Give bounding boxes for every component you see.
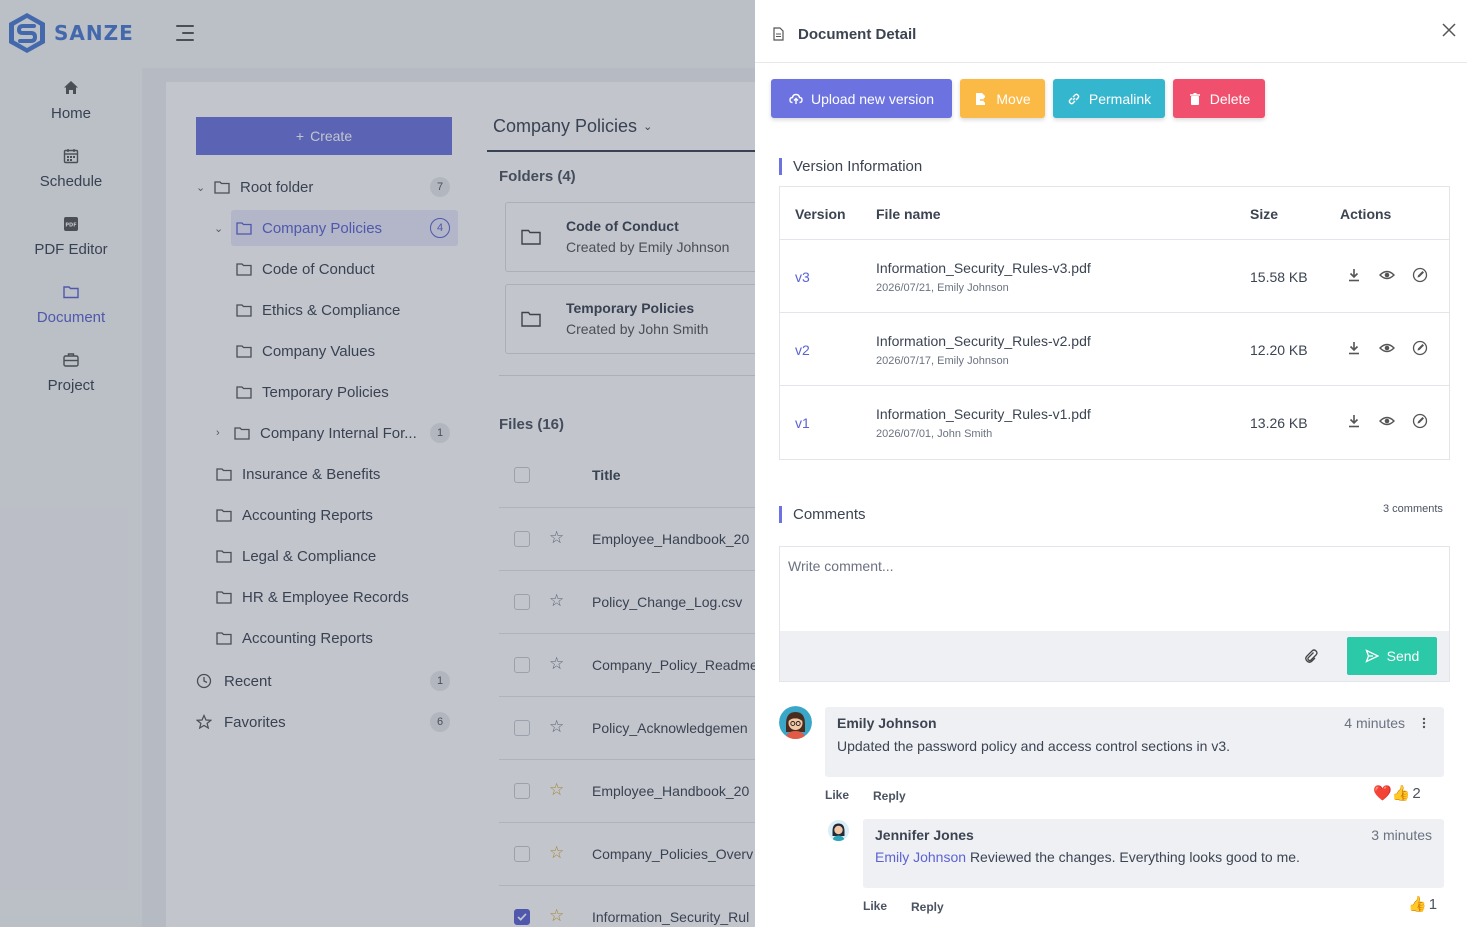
thumbs-up-icon: 👍	[1408, 896, 1427, 913]
more-vertical-icon[interactable]	[1422, 717, 1426, 729]
download-icon[interactable]	[1346, 413, 1362, 429]
send-button-label: Send	[1386, 648, 1420, 664]
upload-new-version-button[interactable]: Upload new version	[771, 79, 952, 118]
delete-button-label: Delete	[1209, 90, 1251, 107]
comment-count: 3 comments	[1383, 503, 1443, 515]
cloud-upload-icon	[789, 93, 803, 104]
send-button[interactable]: Send	[1347, 637, 1437, 675]
document-icon	[773, 27, 784, 41]
comment-input[interactable]	[780, 547, 1449, 631]
like-button[interactable]: Like	[863, 899, 887, 913]
modal-backdrop[interactable]	[0, 0, 755, 927]
move-button[interactable]: Move	[960, 79, 1045, 118]
edit-icon[interactable]	[1412, 267, 1428, 283]
trash-icon	[1189, 92, 1200, 105]
paperclip-icon[interactable]	[1304, 648, 1318, 664]
edit-icon[interactable]	[1412, 413, 1428, 429]
comment-time: 3 minutes	[1371, 827, 1432, 843]
reply-button[interactable]: Reply	[911, 900, 944, 914]
version-row: v3 Information_Security_Rules-v3.pdf 202…	[780, 240, 1449, 313]
version-file-name: Information_Security_Rules-v1.pdf	[876, 406, 1091, 422]
document-detail-drawer: Document Detail Upload new version Move …	[755, 0, 1467, 927]
reaction-count: 1	[1428, 895, 1438, 913]
eye-icon[interactable]	[1379, 413, 1395, 429]
version-meta: 2026/07/21, Emily Johnson	[876, 282, 1009, 294]
comments-section-title: Comments	[779, 506, 866, 523]
reaction-count: 2	[1412, 784, 1421, 802]
version-meta: 2026/07/01, John Smith	[876, 428, 993, 440]
version-link[interactable]: v3	[795, 269, 810, 285]
version-table: Version File name Size Actions v3 Inform…	[779, 186, 1450, 460]
permalink-button[interactable]: Permalink	[1053, 79, 1165, 118]
reply-text: Reviewed the changes. Everything looks g…	[969, 849, 1300, 865]
version-table-header: Version File name Size Actions	[780, 187, 1449, 240]
drawer-header: Document Detail	[755, 0, 1467, 63]
version-meta: 2026/07/17, Emily Johnson	[876, 355, 1009, 367]
actions-column-header: Actions	[1340, 206, 1392, 222]
delete-button[interactable]: Delete	[1173, 79, 1265, 118]
eye-icon[interactable]	[1379, 267, 1395, 283]
comment-bubble: Emily Johnson 4 minutes Updated the pass…	[825, 707, 1444, 777]
version-size: 15.58 KB	[1250, 269, 1308, 285]
comment-toolbar: Send	[780, 631, 1449, 681]
reactions[interactable]: 👍 1	[1408, 895, 1438, 914]
download-icon[interactable]	[1346, 267, 1362, 283]
eye-icon[interactable]	[1379, 340, 1395, 356]
comment-time: 4 minutes	[1344, 715, 1405, 731]
user-avatar-icon	[779, 706, 812, 739]
avatar[interactable]	[779, 706, 812, 739]
version-file-name: Information_Security_Rules-v2.pdf	[876, 333, 1091, 349]
permalink-button-label: Permalink	[1088, 90, 1152, 107]
version-link[interactable]: v2	[795, 342, 810, 358]
comment-author[interactable]: Emily Johnson	[837, 715, 937, 731]
link-icon	[1068, 93, 1080, 104]
mention-link[interactable]: Emily Johnson	[875, 849, 966, 865]
filename-column-header: File name	[876, 206, 941, 222]
version-size: 12.20 KB	[1250, 342, 1308, 358]
reply-bubble: Jennifer Jones 3 minutes Emily Johnson R…	[863, 819, 1444, 888]
version-file-name: Information_Security_Rules-v3.pdf	[876, 260, 1091, 276]
version-size: 13.26 KB	[1250, 415, 1308, 431]
like-button[interactable]: Like	[825, 788, 849, 802]
drawer-title: Document Detail	[798, 26, 917, 43]
version-row: v2 Information_Security_Rules-v2.pdf 202…	[780, 313, 1449, 386]
reactions[interactable]: ❤️👍 2	[1373, 784, 1421, 803]
avatar[interactable]	[828, 820, 849, 841]
comment-text: Emily Johnson Reviewed the changes. Ever…	[875, 849, 1300, 865]
move-button-label: Move	[996, 90, 1031, 107]
comment-composer: Send	[779, 546, 1450, 682]
send-icon	[1364, 649, 1379, 663]
reply-button[interactable]: Reply	[873, 789, 906, 803]
comment-author[interactable]: Jennifer Jones	[875, 827, 974, 843]
size-column-header: Size	[1250, 206, 1279, 222]
version-column-header: Version	[795, 206, 846, 222]
version-row: v1 Information_Security_Rules-v1.pdf 202…	[780, 386, 1449, 459]
version-link[interactable]: v1	[795, 415, 810, 431]
upload-button-label: Upload new version	[811, 90, 934, 107]
file-move-icon	[976, 92, 988, 105]
heart-thumbs-up-icon: ❤️👍	[1373, 785, 1411, 802]
comment-text: Updated the password policy and access c…	[837, 738, 1230, 754]
version-section-title: Version Information	[779, 158, 922, 175]
download-icon[interactable]	[1346, 340, 1362, 356]
user-avatar-icon	[828, 820, 849, 841]
close-icon[interactable]	[1441, 22, 1457, 38]
edit-icon[interactable]	[1412, 340, 1428, 356]
